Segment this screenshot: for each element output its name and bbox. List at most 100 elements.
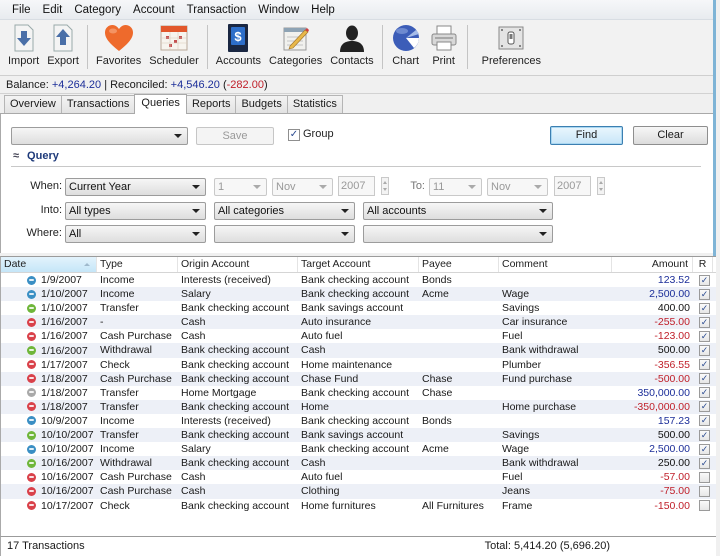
reconciled-checkbox[interactable]: ✓ bbox=[699, 387, 710, 399]
from-year-input[interactable]: 2007 bbox=[338, 176, 375, 196]
to-year-input[interactable]: 2007 bbox=[554, 176, 591, 196]
cell-amount: 500.00 bbox=[657, 429, 690, 442]
from-day-select[interactable]: 1 bbox=[214, 178, 267, 196]
reconciled-checkbox[interactable]: ✓ bbox=[699, 288, 710, 300]
table-row[interactable]: 10/10/2007 Transfer Bank checking account B… bbox=[1, 428, 716, 443]
reconciled-checkbox[interactable]: ✓ bbox=[699, 457, 710, 469]
table-row[interactable]: 1/10/2007 Transfer Bank checking account Ba… bbox=[1, 301, 716, 315]
checkmark-icon: ✓ bbox=[700, 457, 709, 468]
contacts-button[interactable]: Contacts bbox=[326, 23, 377, 73]
table-row[interactable]: 1/18/2007 Cash Purchase Bank checking acco… bbox=[1, 371, 716, 386]
reconciled-checkbox[interactable] bbox=[699, 471, 710, 483]
print-button[interactable]: Print bbox=[425, 23, 463, 73]
column-header-reconciled[interactable]: R bbox=[693, 257, 713, 272]
table-row[interactable]: 10/16/2007 Cash Purchase Cash Auto fuel Fuel… bbox=[1, 470, 716, 484]
tab-overview[interactable]: Overview bbox=[4, 95, 62, 113]
cell-type: Cash Purchase bbox=[100, 471, 172, 484]
reconciled-checkbox[interactable] bbox=[699, 485, 710, 497]
where-field3-select[interactable] bbox=[363, 225, 553, 243]
column-header-type[interactable]: Type bbox=[97, 257, 178, 272]
reconciled-checkbox[interactable]: ✓ bbox=[699, 443, 710, 455]
menu-transaction[interactable]: Transaction bbox=[181, 4, 253, 16]
table-row[interactable]: 1/18/2007 Transfer Bank checking account Ho… bbox=[1, 399, 716, 414]
to-year-spinner[interactable] bbox=[597, 177, 605, 195]
table-row[interactable]: 1/9/2007 Income Interests (received) Bank c… bbox=[1, 273, 716, 287]
cell-payee bbox=[419, 456, 499, 470]
group-checkbox[interactable]: ✓ bbox=[288, 129, 300, 141]
into-account-select[interactable]: All accounts bbox=[363, 202, 553, 220]
cell-amount: -500.00 bbox=[654, 372, 690, 385]
reconciled-checkbox[interactable]: ✓ bbox=[699, 373, 710, 385]
categories-button[interactable]: Categories bbox=[265, 23, 326, 73]
where-field2-select[interactable] bbox=[214, 225, 355, 243]
group-label: Group bbox=[303, 128, 334, 140]
cell-type: - bbox=[100, 316, 104, 329]
menu-category[interactable]: Category bbox=[68, 4, 127, 16]
preferences-button[interactable]: Preferences bbox=[472, 23, 551, 73]
reconciled-checkbox[interactable]: ✓ bbox=[699, 429, 710, 441]
reconciled-checkbox[interactable] bbox=[699, 500, 710, 512]
when-select[interactable]: Current Year bbox=[65, 178, 206, 196]
accounts-button[interactable]: $ Accounts bbox=[212, 23, 265, 73]
column-header-comment[interactable]: Comment bbox=[499, 257, 612, 272]
table-row[interactable]: 1/16/2007- Cash Auto insurance Car insuranc… bbox=[1, 315, 716, 330]
import-button[interactable]: Import bbox=[4, 23, 43, 73]
menu-file[interactable]: File bbox=[6, 4, 37, 16]
find-button[interactable]: Find bbox=[550, 126, 623, 145]
chart-button[interactable]: Chart bbox=[387, 23, 425, 73]
tab-budgets[interactable]: Budgets bbox=[235, 95, 288, 113]
table-row[interactable]: 10/10/2007 Income Salary Bank checking acco… bbox=[1, 442, 716, 456]
column-header-origin-account[interactable]: Origin Account bbox=[178, 257, 298, 272]
tab-reports[interactable]: Reports bbox=[185, 95, 237, 113]
save-button[interactable]: Save bbox=[196, 127, 274, 145]
cell-target-account: Clothing bbox=[301, 485, 340, 498]
reconciled-checkbox[interactable]: ✓ bbox=[699, 359, 710, 371]
app-window: File Edit Category Account Transaction W… bbox=[0, 0, 716, 556]
reconciled-checkbox[interactable]: ✓ bbox=[699, 274, 710, 286]
table-row[interactable]: 1/16/2007 Cash Purchase Cash Auto fuel Fuel -… bbox=[1, 329, 716, 343]
cell-date: 1/18/2007 bbox=[1, 386, 97, 400]
table-row[interactable]: 1/16/2007 Withdrawal Bank checking account… bbox=[1, 343, 716, 358]
reconciled-checkbox[interactable]: ✓ bbox=[699, 415, 710, 427]
chevron-down-icon bbox=[539, 232, 547, 236]
column-header-target-account[interactable]: Target Account bbox=[298, 257, 419, 272]
reconciled-checkbox[interactable]: ✓ bbox=[699, 302, 710, 314]
to-month-select[interactable]: Nov bbox=[487, 178, 548, 196]
saved-query-select[interactable] bbox=[11, 127, 188, 145]
where-label: Where: bbox=[26, 227, 62, 239]
table-row[interactable]: 10/9/2007 Income Interests (received) Bank … bbox=[1, 414, 716, 428]
tab-transactions[interactable]: Transactions bbox=[60, 95, 136, 113]
reconciled-checkbox[interactable]: ✓ bbox=[699, 330, 710, 342]
reconciled-checkbox[interactable]: ✓ bbox=[699, 401, 710, 413]
query-section-header[interactable]: ≈ Query bbox=[13, 150, 59, 162]
column-header-amount[interactable]: Amount bbox=[612, 257, 693, 272]
clear-button[interactable]: Clear bbox=[633, 126, 708, 145]
from-year-spinner[interactable] bbox=[381, 177, 389, 195]
menu-help[interactable]: Help bbox=[305, 4, 341, 16]
table-row[interactable]: 1/18/2007 Transfer Home Mortgage Bank check… bbox=[1, 386, 716, 400]
menu-account[interactable]: Account bbox=[127, 4, 181, 16]
tab-queries[interactable]: Queries bbox=[134, 94, 187, 114]
favorites-button[interactable]: Favorites bbox=[92, 23, 145, 73]
menu-window[interactable]: Window bbox=[252, 4, 305, 16]
scheduler-button[interactable]: Scheduler bbox=[145, 23, 203, 73]
column-header-date[interactable]: Date bbox=[1, 257, 97, 272]
tab-statistics[interactable]: Statistics bbox=[286, 95, 343, 113]
export-button[interactable]: Export bbox=[43, 23, 83, 73]
to-day-select[interactable]: 11 bbox=[429, 178, 482, 196]
cell-amount: -57.00 bbox=[660, 471, 690, 484]
table-row[interactable]: 10/16/2007 Cash Purchase Cash Clothing Jeans… bbox=[1, 484, 716, 499]
reconciled-checkbox[interactable]: ✓ bbox=[699, 345, 710, 357]
menu-edit[interactable]: Edit bbox=[37, 4, 69, 16]
table-row[interactable]: 1/10/2007 Income Salary Bank checking accou… bbox=[1, 287, 716, 302]
into-type-select[interactable]: All types bbox=[65, 202, 206, 220]
table-row[interactable]: 10/16/2007 Withdrawal Bank checking accoun… bbox=[1, 456, 716, 471]
table-row[interactable]: 10/17/2007 Check Bank checking account Home… bbox=[1, 499, 716, 513]
cell-type: Withdrawal bbox=[100, 457, 152, 470]
into-category-select[interactable]: All categories bbox=[214, 202, 355, 220]
where-select[interactable]: All bbox=[65, 225, 206, 243]
from-month-select[interactable]: Nov bbox=[272, 178, 333, 196]
reconciled-checkbox[interactable]: ✓ bbox=[699, 316, 710, 328]
column-header-payee[interactable]: Payee bbox=[419, 257, 499, 272]
table-row[interactable]: 1/17/2007 Check Bank checking account Home … bbox=[1, 358, 716, 372]
